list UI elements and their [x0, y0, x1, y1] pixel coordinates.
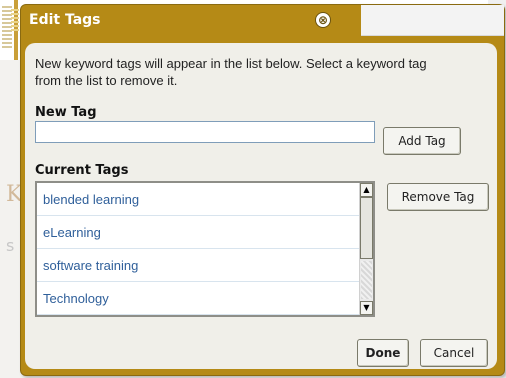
tag-list-item[interactable]: Technology: [37, 282, 359, 315]
dialog-title: Edit Tags: [29, 12, 101, 28]
close-icon[interactable]: ⊗: [315, 12, 331, 28]
scroll-thumb[interactable]: [360, 197, 373, 259]
tag-list-item[interactable]: software training: [37, 249, 359, 282]
dialog-description: New keyword tags will appear in the list…: [35, 56, 427, 88]
tag-list-item[interactable]: eLearning: [37, 216, 359, 249]
scroll-down-arrow-icon[interactable]: ▼: [360, 301, 373, 315]
remove-tag-button[interactable]: Remove Tag: [387, 183, 489, 211]
add-tag-button[interactable]: Add Tag: [383, 127, 461, 155]
current-tags-list[interactable]: blended learning eLearning software trai…: [35, 181, 375, 317]
tag-list-scrollbar[interactable]: ▲ ▼: [359, 183, 373, 315]
drag-grip-icon[interactable]: [11, 9, 19, 31]
new-tag-input[interactable]: [35, 121, 375, 143]
new-tag-label: New Tag: [35, 105, 97, 120]
tag-list-item[interactable]: blended learning: [37, 183, 359, 216]
edit-tags-dialog: Edit Tags ⊗ New keyword tags will appear…: [11, 4, 505, 376]
background-text-fragment-2: s: [6, 236, 15, 255]
dialog-titlebar[interactable]: Edit Tags ⊗: [11, 5, 361, 35]
scroll-up-arrow-icon[interactable]: ▲: [360, 183, 373, 197]
current-tags-label: Current Tags: [35, 163, 129, 178]
cancel-button[interactable]: Cancel: [420, 339, 488, 367]
dialog-body: New keyword tags will appear in the list…: [25, 43, 497, 369]
done-button[interactable]: Done: [357, 339, 409, 367]
scroll-track[interactable]: [361, 261, 372, 299]
tag-list-items: blended learning eLearning software trai…: [37, 183, 359, 315]
titlebar-background-strip: [361, 5, 504, 36]
